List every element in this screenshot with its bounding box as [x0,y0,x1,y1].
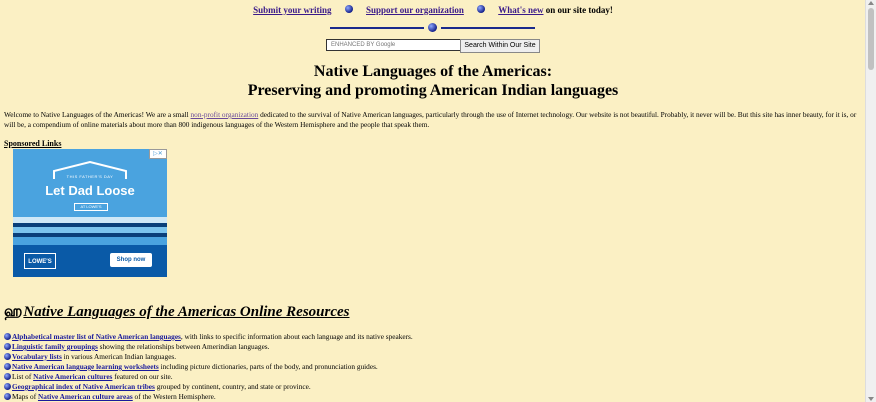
list-item: Geographical index of Native American tr… [4,382,860,392]
bullet-icon [4,353,11,360]
support-organization-link[interactable]: Support our organization [366,5,464,15]
item-suffix: showing the relationships between Amerin… [97,342,270,351]
list-item: Native American language learning worksh… [4,362,860,372]
bullet-icon [477,5,486,13]
title-line-2: Preserving and promoting American Indian… [247,82,619,99]
ad-small-text: THIS FATHER'S DAY [66,174,114,179]
item-prefix: Maps of [12,392,38,401]
resources-heading: ஹNative Languages of the Americas Online… [4,303,350,322]
whats-new-suffix: on our site today! [543,5,613,15]
divider-line-right [441,27,535,29]
worksheets-link[interactable]: Native American language learning worksh… [12,362,159,371]
list-item: Linguistic family groupings showing the … [4,342,860,352]
item-prefix: List of [12,372,34,381]
vocabulary-lists-link[interactable]: Vocabulary lists [12,352,62,361]
divider-line-left [330,27,424,29]
intro-text-1: Welcome to Native Languages of the Ameri… [4,110,191,119]
list-item: Alphabetical master list of Native Ameri… [4,332,860,342]
non-profit-link[interactable]: non-profit organization [191,110,259,119]
bullet-icon [4,373,11,380]
item-suffix: including picture dictionaries, parts of… [158,362,378,371]
family-groupings-link[interactable]: Linguistic family groupings [12,342,98,351]
list-item: Maps of Native American culture areas of… [4,392,860,402]
cultures-link[interactable]: Native American cultures [33,372,112,381]
intro-paragraph: Welcome to Native Languages of the Ameri… [4,110,860,130]
list-item: List of Native American cultures feature… [4,372,860,382]
title-line-1: Native Languages of the Americas: [313,63,553,80]
resources-heading-text[interactable]: Native Languages of the Americas Online … [23,304,349,320]
master-list-link[interactable]: Alphabetical master list of Native Ameri… [12,332,181,341]
lowes-logo: LOWE'S [24,253,56,269]
page-title: Native Languages of the Americas: Preser… [0,62,866,100]
geographical-index-link[interactable]: Geographical index of Native American tr… [12,382,155,391]
bullet-icon [4,383,11,390]
divider-dot-icon [428,23,437,32]
item-suffix: grouped by continent, country, and state… [154,382,311,391]
resources-list: Alphabetical master list of Native Ameri… [4,332,860,402]
culture-areas-link[interactable]: Native American culture areas [38,392,133,401]
vertical-scrollbar[interactable] [865,0,876,402]
submit-writing-link[interactable]: Submit your writing [253,5,331,15]
advertisement[interactable]: ▷✕ THIS FATHER'S DAY Let Dad Loose AT LO… [13,149,167,277]
bullet-icon [4,343,11,350]
ad-sub-text: AT LOWE'S [74,203,108,211]
decorative-divider [330,22,535,34]
shop-now-button[interactable]: Shop now [110,253,152,267]
bullet-icon [344,5,353,13]
item-suffix: , with links to specific information abo… [180,332,413,341]
item-suffix: of the Western Hemisphere. [132,392,216,401]
bullet-icon [4,363,11,370]
stripe-5 [13,237,167,245]
scrollbar-thumb[interactable] [868,8,874,70]
item-suffix: in various American Indian languages. [61,352,177,361]
sponsored-links-label: Sponsored Links [4,139,62,148]
ad-choices-icon[interactable]: ▷✕ [149,149,167,159]
scroll-up-icon[interactable] [868,1,874,5]
ad-headline: Let Dad Loose [45,183,135,198]
list-item: Vocabulary lists in various American Ind… [4,352,860,362]
bullet-icon [4,333,11,340]
item-suffix: featured on our site. [112,372,173,381]
top-nav: Submit your writing Support our organiza… [0,5,866,15]
scroll-down-icon[interactable] [868,397,874,401]
whats-new-link[interactable]: What's new [498,5,543,15]
search-button[interactable]: Search Within Our Site [460,39,540,53]
ad-stripes [13,217,167,247]
search-input[interactable]: ENHANCED BY Google [326,39,462,51]
bullet-icon [4,393,11,400]
spiral-logo-icon: ஹ [4,304,23,320]
